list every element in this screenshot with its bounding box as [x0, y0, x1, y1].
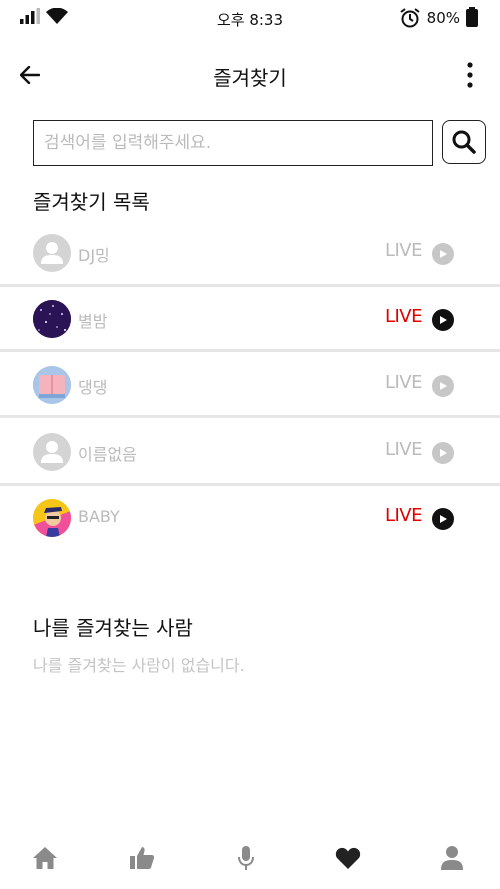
play-button[interactable] [432, 442, 454, 464]
nav-recommend[interactable] [128, 844, 156, 872]
avatar [33, 433, 71, 471]
favorite-item-byeolbam[interactable]: 별밤 LIVE [0, 289, 500, 349]
status-right: 80% [399, 7, 478, 28]
play-button[interactable] [432, 309, 454, 331]
play-button[interactable] [432, 375, 454, 397]
play-icon [440, 515, 447, 523]
play-button[interactable] [432, 243, 454, 265]
live-label: LIVE [384, 306, 423, 327]
favorite-item-djming[interactable]: DJ밍 LIVE [0, 223, 500, 283]
divider [0, 483, 500, 486]
favorite-name: DJ밍 [78, 246, 110, 265]
microphone-icon [238, 846, 254, 870]
nav-broadcast[interactable] [232, 844, 260, 872]
live-label: LIVE [384, 240, 423, 261]
nav-home[interactable] [31, 844, 59, 872]
more-vertical-icon [467, 62, 473, 88]
play-icon [440, 316, 447, 324]
avatar [33, 300, 71, 338]
app-header: 즐겨찾기 [0, 50, 500, 100]
avatar [33, 499, 71, 537]
search-row [33, 120, 486, 166]
search-button[interactable] [442, 120, 486, 164]
followers-empty-message: 나를 즐겨찾는 사람이 없습니다. [33, 656, 245, 675]
favorite-item-baby[interactable]: BABY LIVE [0, 488, 500, 548]
battery-percent: 80% [426, 9, 460, 27]
live-label: LIVE [384, 505, 423, 526]
status-bar: 오후 8:33 80% [0, 0, 500, 36]
heart-icon [335, 847, 361, 869]
avatar [33, 366, 71, 404]
favorites-section-title: 즐겨찾기 목록 [33, 190, 150, 214]
favorite-name: 이름없음 [78, 445, 137, 464]
avatar [33, 234, 71, 272]
search-input[interactable] [33, 120, 433, 166]
followers-section-title: 나를 즐겨찾는 사람 [33, 616, 193, 640]
play-icon [440, 250, 447, 258]
default-user-icon [41, 441, 63, 463]
bottom-nav [0, 836, 500, 880]
play-icon [440, 449, 447, 457]
default-user-icon [41, 242, 63, 264]
home-icon [33, 847, 57, 869]
more-options-button[interactable] [460, 60, 480, 90]
play-icon [440, 382, 447, 390]
thumbs-up-icon [130, 847, 155, 869]
favorite-name: 별밤 [78, 312, 108, 331]
favorite-name: 댕댕 [78, 378, 108, 397]
favorite-item-ireumeopseum[interactable]: 이름없음 LIVE [0, 422, 500, 482]
page-title: 즐겨찾기 [213, 66, 287, 90]
nav-profile[interactable] [438, 844, 466, 872]
live-label: LIVE [384, 439, 423, 460]
live-label: LIVE [384, 372, 423, 393]
favorite-item-daengdaeng[interactable]: 댕댕 LIVE [0, 355, 500, 415]
profile-icon [441, 846, 463, 870]
search-icon [452, 130, 476, 154]
favorite-name: BABY [78, 507, 120, 526]
nav-favorites[interactable] [334, 844, 362, 872]
play-button[interactable] [432, 508, 454, 530]
divider [0, 415, 500, 418]
starry-night-image [33, 300, 71, 338]
battery-icon [466, 7, 478, 27]
alarm-clock-icon [400, 8, 420, 28]
cartoon-character-image [33, 499, 71, 537]
divider [0, 284, 500, 287]
divider [0, 349, 500, 352]
pink-box-image [33, 366, 71, 404]
